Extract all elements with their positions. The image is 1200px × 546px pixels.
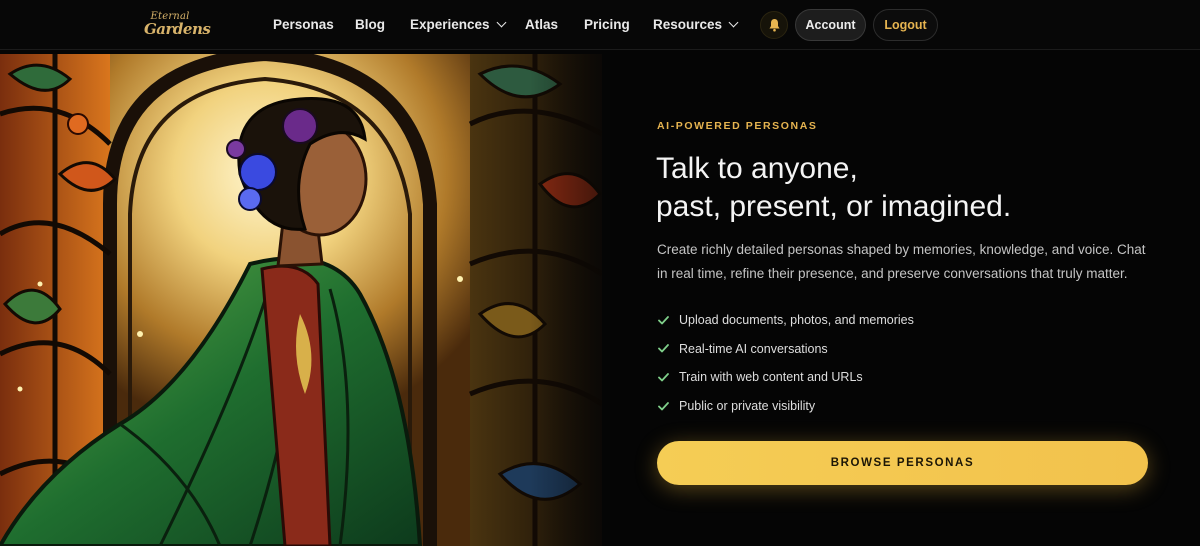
- feature-label: Public or private visibility: [679, 399, 816, 414]
- hero-image: [0, 54, 602, 546]
- nav-item-label: Blog: [355, 17, 385, 32]
- check-icon: [657, 343, 669, 355]
- nav-item-blog[interactable]: Blog: [355, 0, 385, 50]
- check-icon: [657, 314, 669, 326]
- nav-item-label: Atlas: [525, 17, 559, 32]
- browse-personas-button[interactable]: BROWSE PERSONAS: [657, 441, 1148, 485]
- top-navigation: Eternal Gardens Personas Blog Experience…: [0, 0, 1200, 50]
- bell-icon: [769, 19, 779, 32]
- nav-item-pricing[interactable]: Pricing: [584, 0, 630, 50]
- logo-line-2: Gardens: [144, 20, 211, 38]
- nav-item-atlas[interactable]: Atlas: [525, 0, 558, 50]
- feature-item: Upload documents, photos, and memories: [657, 306, 914, 335]
- check-icon: [657, 371, 669, 383]
- feature-item: Public or private visibility: [657, 392, 914, 421]
- notifications-button[interactable]: [760, 11, 788, 39]
- headline-line-1: Talk to anyone,: [656, 152, 858, 185]
- brand-logo[interactable]: Eternal Gardens: [144, 10, 211, 40]
- account-button[interactable]: Account: [795, 9, 866, 41]
- nav-item-label: Resources: [653, 17, 723, 32]
- feature-item: Real-time AI conversations: [657, 335, 914, 364]
- hero-headline: Talk to anyone, past, present, or imagin…: [656, 150, 1136, 226]
- chevron-down-icon: [496, 17, 507, 28]
- headline-line-2: past, present, or imagined.: [656, 190, 1012, 223]
- check-icon: [657, 400, 669, 412]
- logout-button[interactable]: Logout: [873, 9, 938, 41]
- feature-label: Real-time AI conversations: [679, 341, 828, 356]
- nav-item-label: Experiences: [410, 17, 490, 32]
- feature-label: Upload documents, photos, and memories: [679, 313, 914, 328]
- nav-item-experiences[interactable]: Experiences: [410, 0, 507, 50]
- feature-label: Train with web content and URLs: [679, 370, 863, 385]
- hero-eyebrow: AI-POWERED PERSONAS: [657, 120, 818, 132]
- hero-description: Create richly detailed personas shaped b…: [657, 242, 1146, 281]
- nav-item-label: Pricing: [584, 17, 630, 32]
- feature-item: Train with web content and URLs: [657, 363, 914, 392]
- nav-item-personas[interactable]: Personas: [273, 0, 334, 50]
- feature-list: Upload documents, photos, and memories R…: [657, 306, 914, 420]
- nav-item-label: Personas: [273, 17, 334, 32]
- nav-item-resources[interactable]: Resources: [653, 0, 739, 50]
- chevron-down-icon: [728, 17, 739, 28]
